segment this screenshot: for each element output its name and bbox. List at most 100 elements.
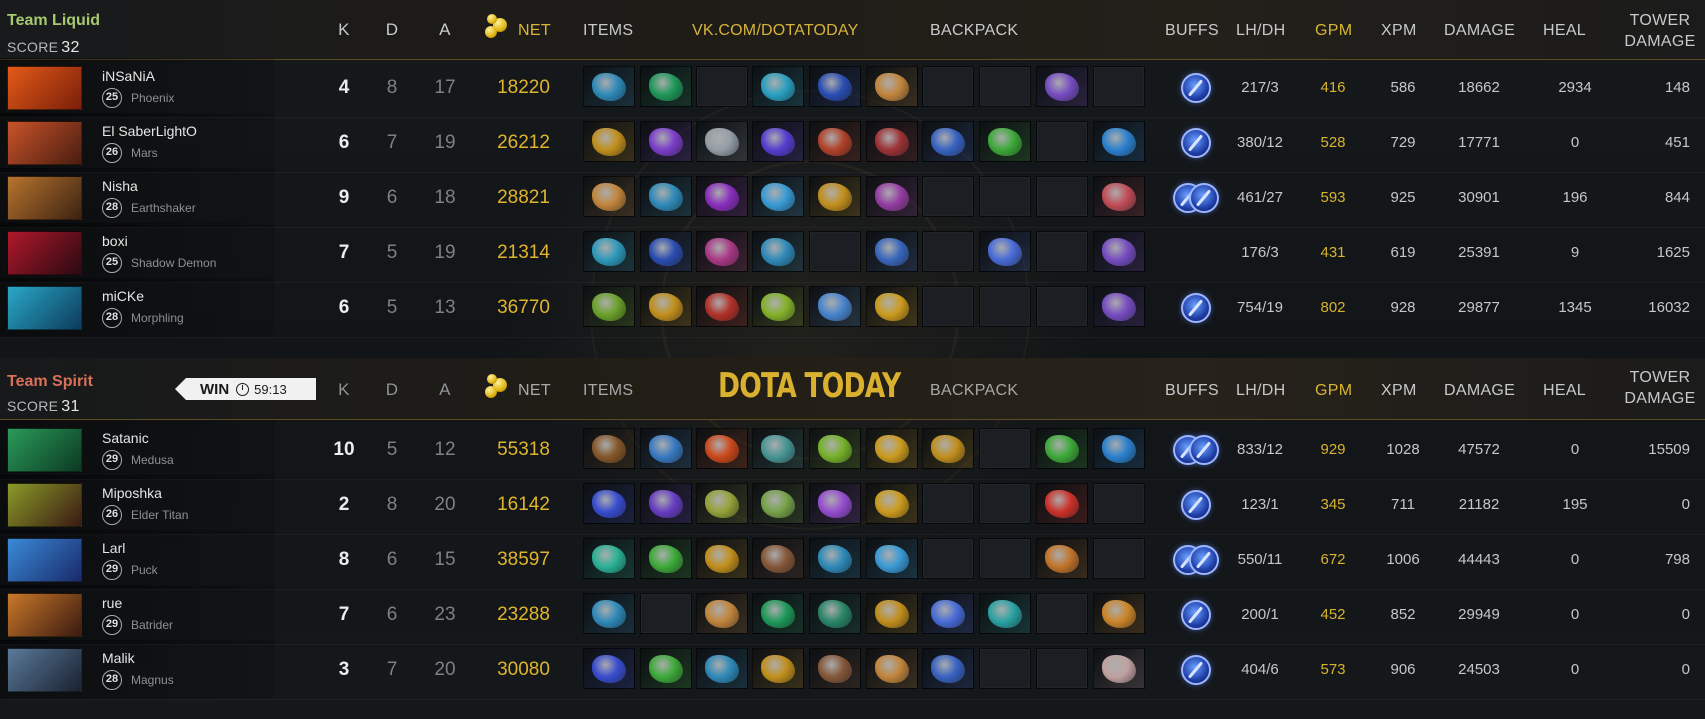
item-slot[interactable] [866, 286, 918, 327]
item-slot[interactable] [752, 648, 804, 689]
backpack-slot[interactable] [979, 231, 1031, 272]
player-row[interactable]: iNSaNiA 25 Phoenix 4 8 17 18220 217/3 416 586 1866… [0, 58, 1705, 118]
empty-backpack-slot[interactable] [1093, 538, 1145, 579]
empty-backpack-slot[interactable] [979, 648, 1031, 689]
backpack-slot[interactable] [922, 648, 974, 689]
empty-backpack-slot[interactable] [979, 428, 1031, 469]
item-slot[interactable] [640, 483, 692, 524]
item-slot[interactable] [809, 176, 861, 217]
item-slot[interactable] [752, 66, 804, 107]
item-slot[interactable] [696, 286, 748, 327]
empty-backpack-slot[interactable] [922, 231, 974, 272]
aghanims-buff-icon[interactable] [1181, 128, 1211, 158]
player-name[interactable]: Miposhka [102, 485, 162, 501]
player-name[interactable]: iNSaNiA [102, 68, 155, 84]
item-slot[interactable] [752, 286, 804, 327]
player-name[interactable]: miCKe [102, 288, 144, 304]
backpack-slot[interactable] [1036, 428, 1088, 469]
item-slot[interactable] [640, 231, 692, 272]
empty-backpack-slot[interactable] [979, 176, 1031, 217]
item-slot[interactable] [696, 121, 748, 162]
aghanims-buff-icon[interactable] [1189, 183, 1219, 213]
player-name[interactable]: rue [102, 595, 122, 611]
aghanims-buff-icon[interactable] [1181, 600, 1211, 630]
aghanims-buff-icon[interactable] [1189, 435, 1219, 465]
player-row[interactable]: rue 29 Batrider 7 6 23 23288 200/1 452 852 29949 0 0 [0, 585, 1705, 645]
empty-backpack-slot[interactable] [979, 483, 1031, 524]
item-slot[interactable] [752, 121, 804, 162]
backpack-slot[interactable] [922, 121, 974, 162]
backpack-slot[interactable] [979, 593, 1031, 634]
player-row[interactable]: boxi 25 Shadow Demon 7 5 19 21314 176/3 431 619 25… [0, 223, 1705, 283]
player-name[interactable]: El SaberLightO [102, 123, 197, 139]
item-slot[interactable] [752, 538, 804, 579]
empty-backpack-slot[interactable] [1036, 593, 1088, 634]
item-slot[interactable] [583, 648, 635, 689]
item-slot[interactable] [696, 428, 748, 469]
item-slot[interactable] [809, 66, 861, 107]
player-row[interactable]: El SaberLightO 26 Mars 6 7 19 26212 380/12 528 72… [0, 113, 1705, 173]
backpack-slot[interactable] [1036, 483, 1088, 524]
item-slot[interactable] [809, 483, 861, 524]
item-slot[interactable] [583, 66, 635, 107]
item-slot[interactable] [866, 483, 918, 524]
item-slot[interactable] [809, 648, 861, 689]
player-name[interactable]: boxi [102, 233, 128, 249]
empty-backpack-slot[interactable] [1036, 286, 1088, 327]
item-slot[interactable] [866, 593, 918, 634]
empty-backpack-slot[interactable] [1093, 66, 1145, 107]
player-row[interactable]: Satanic 29 Medusa 10 5 12 55318 833/12 929 1028 47… [0, 420, 1705, 480]
empty-backpack-slot[interactable] [922, 286, 974, 327]
player-name[interactable]: Larl [102, 540, 125, 556]
item-slot[interactable] [640, 538, 692, 579]
aghanims-buff-icon[interactable] [1181, 655, 1211, 685]
item-slot[interactable] [583, 483, 635, 524]
item-slot[interactable] [583, 593, 635, 634]
item-slot[interactable] [866, 231, 918, 272]
item-slot[interactable] [583, 538, 635, 579]
empty-item-slot[interactable] [696, 66, 748, 107]
item-slot[interactable] [696, 593, 748, 634]
backpack-slot[interactable] [1036, 538, 1088, 579]
empty-backpack-slot[interactable] [922, 176, 974, 217]
empty-backpack-slot[interactable] [922, 483, 974, 524]
item-slot[interactable] [640, 176, 692, 217]
backpack-slot[interactable] [1093, 286, 1145, 327]
empty-backpack-slot[interactable] [1093, 483, 1145, 524]
item-slot[interactable] [696, 483, 748, 524]
empty-backpack-slot[interactable] [1036, 176, 1088, 217]
backpack-slot[interactable] [1093, 428, 1145, 469]
aghanims-buff-icon[interactable] [1181, 293, 1211, 323]
item-slot[interactable] [866, 428, 918, 469]
item-slot[interactable] [866, 176, 918, 217]
item-slot[interactable] [809, 428, 861, 469]
item-slot[interactable] [866, 66, 918, 107]
backpack-slot[interactable] [979, 121, 1031, 162]
empty-item-slot[interactable] [640, 593, 692, 634]
backpack-slot[interactable] [1093, 121, 1145, 162]
item-slot[interactable] [640, 66, 692, 107]
item-slot[interactable] [809, 593, 861, 634]
player-name[interactable]: Satanic [102, 430, 149, 446]
empty-backpack-slot[interactable] [1036, 121, 1088, 162]
player-row[interactable]: Malik 28 Magnus 3 7 20 30080 404/6 573 906 24503 0 0 [0, 640, 1705, 700]
item-slot[interactable] [696, 648, 748, 689]
aghanims-buff-icon[interactable] [1189, 545, 1219, 575]
player-row[interactable]: miCKe 28 Morphling 6 5 13 36770 754/19 802 928 298… [0, 278, 1705, 338]
player-name[interactable]: Malik [102, 650, 135, 666]
empty-backpack-slot[interactable] [922, 538, 974, 579]
backpack-slot[interactable] [1093, 176, 1145, 217]
empty-backpack-slot[interactable] [979, 538, 1031, 579]
item-slot[interactable] [752, 231, 804, 272]
backpack-slot[interactable] [922, 428, 974, 469]
backpack-slot[interactable] [1093, 231, 1145, 272]
aghanims-buff-icon[interactable] [1181, 73, 1211, 103]
item-slot[interactable] [752, 176, 804, 217]
empty-backpack-slot[interactable] [1036, 648, 1088, 689]
item-slot[interactable] [752, 428, 804, 469]
empty-backpack-slot[interactable] [979, 66, 1031, 107]
player-row[interactable]: Larl 29 Puck 8 6 15 38597 550/11 672 1006 44443 0 79… [0, 530, 1705, 590]
item-slot[interactable] [583, 121, 635, 162]
empty-item-slot[interactable] [809, 231, 861, 272]
item-slot[interactable] [809, 286, 861, 327]
